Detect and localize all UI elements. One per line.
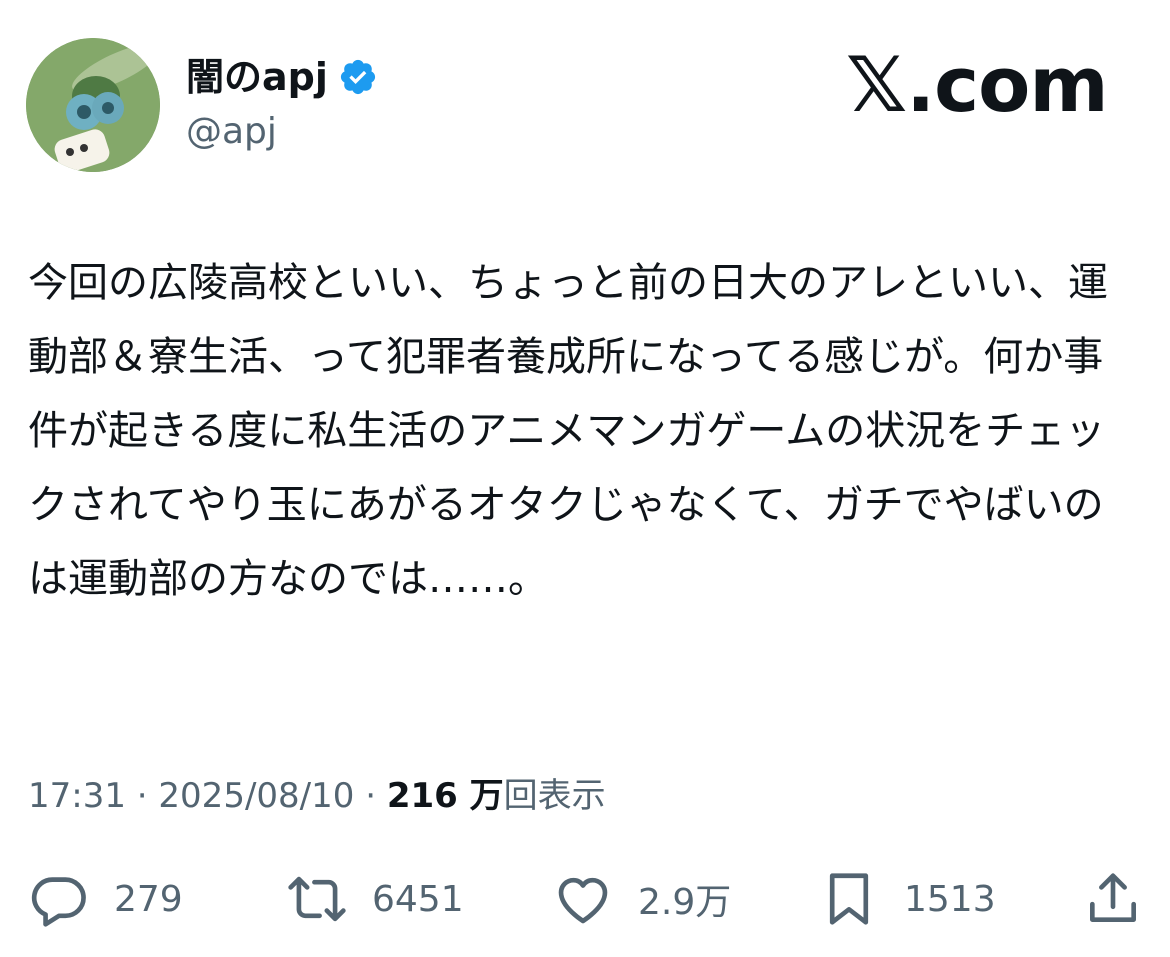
- tweet-text: 今回の広陵高校といい、ちょっと前の日大のアレといい、運動部＆寮生活、って犯罪者養…: [28, 260, 1108, 602]
- views-label: 回表示: [503, 776, 606, 816]
- bookmark-count: 1513: [904, 878, 996, 920]
- views-count: 216 万: [386, 776, 504, 816]
- display-name[interactable]: 闇のapj: [186, 52, 328, 102]
- bookmark-button[interactable]: 1513: [818, 864, 996, 934]
- tweet-time[interactable]: 17:31: [28, 776, 126, 816]
- share-icon: [1090, 873, 1136, 922]
- retweet-count: 6451: [372, 878, 464, 920]
- avatar[interactable]: [26, 38, 160, 172]
- meta-separator: ·: [354, 776, 387, 816]
- bookmark-icon: [829, 873, 869, 925]
- retweet-icon: [288, 876, 346, 922]
- user-handle[interactable]: @apj: [186, 108, 277, 156]
- reply-count: 279: [114, 878, 183, 920]
- dragonfly-avatar-image: [26, 38, 160, 172]
- retweet-button[interactable]: 6451: [286, 864, 464, 934]
- action-bar: 279 6451 2.9万 1513: [0, 864, 1170, 934]
- heart-icon: [558, 877, 608, 924]
- reply-icon: [31, 877, 86, 927]
- verified-badge-icon: [340, 59, 375, 95]
- display-name-row[interactable]: 闇のapj: [186, 52, 378, 102]
- meta-separator: ·: [125, 776, 159, 816]
- share-button[interactable]: [1082, 864, 1144, 934]
- like-button[interactable]: 2.9万: [552, 864, 731, 934]
- tweet-date[interactable]: 2025/08/10: [158, 776, 354, 816]
- x-brand-logo: 𝕏.com: [846, 40, 1109, 129]
- reply-button[interactable]: 279: [28, 864, 183, 934]
- tweet-meta: 17:31 · 2025/08/10 · 216 万回表示: [28, 772, 606, 820]
- like-count: 2.9万: [638, 882, 732, 923]
